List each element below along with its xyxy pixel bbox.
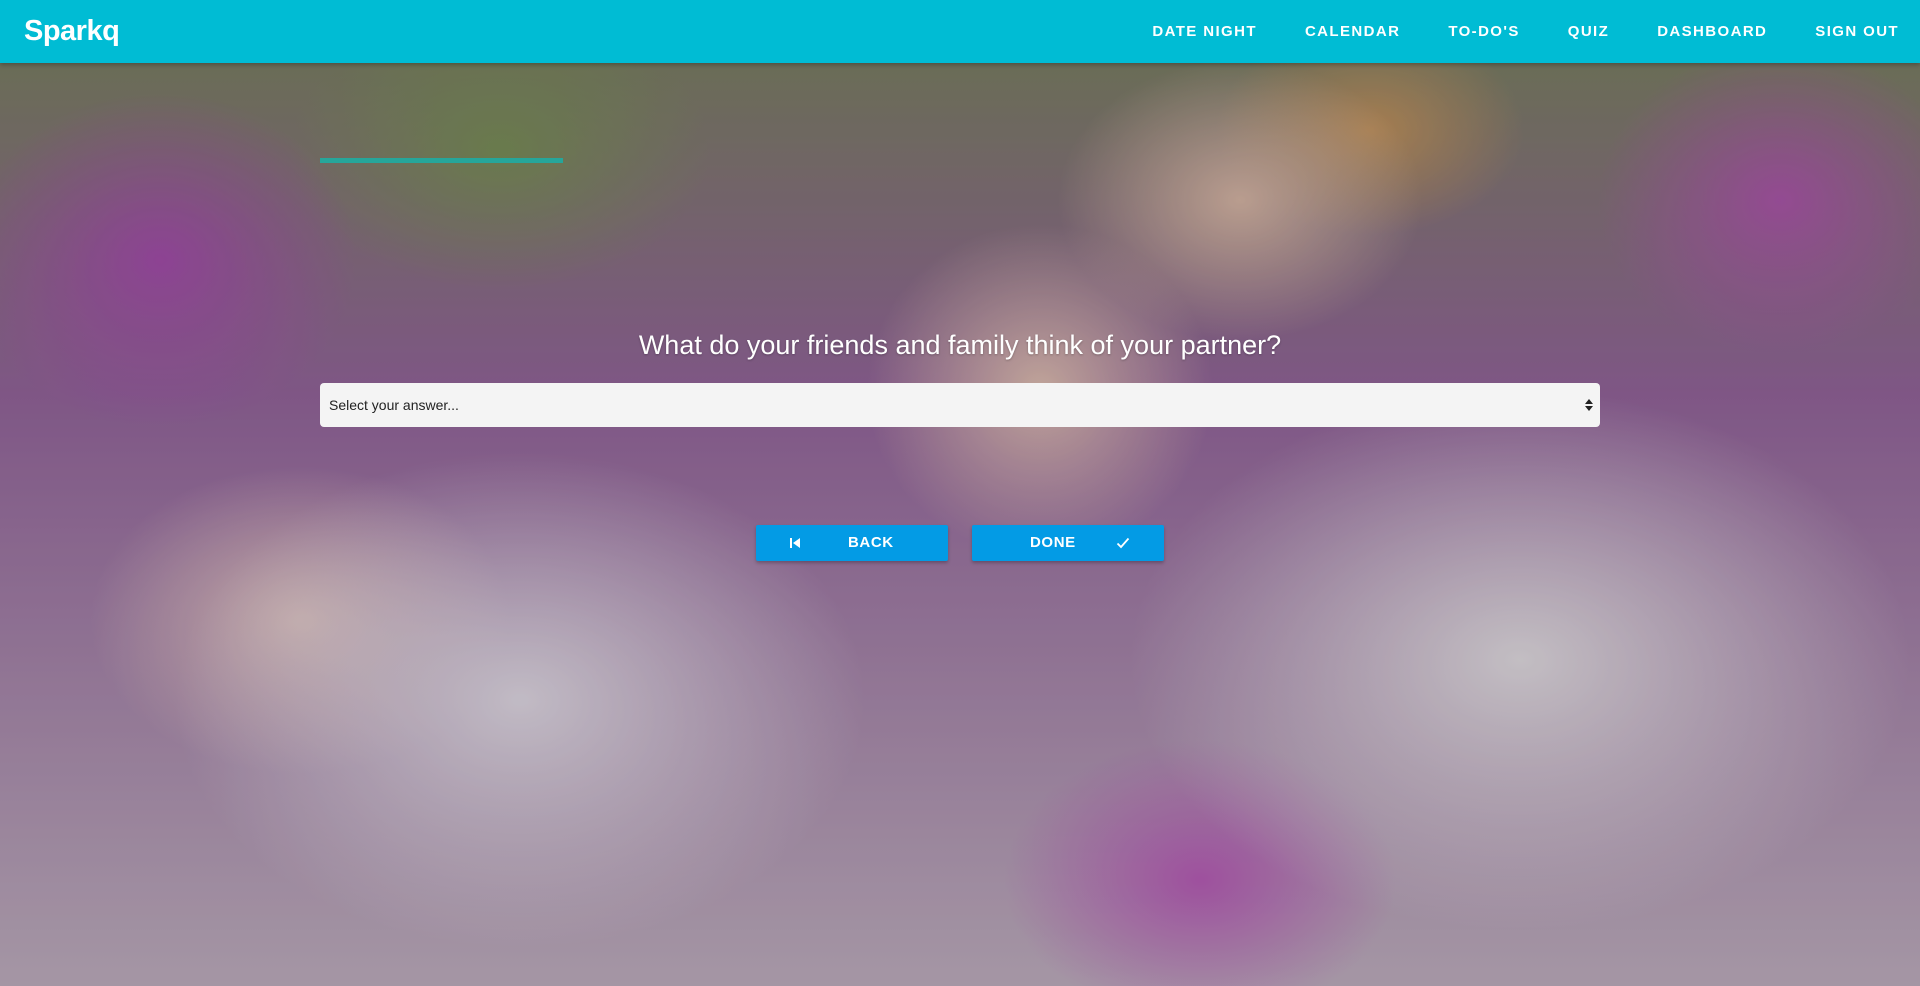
nav-dashboard[interactable]: DASHBOARD bbox=[1633, 0, 1791, 63]
nav-date-night[interactable]: DATE NIGHT bbox=[1128, 0, 1281, 63]
background-overlay bbox=[0, 0, 1920, 986]
quiz-progress-bar bbox=[320, 158, 620, 163]
check-icon bbox=[1116, 537, 1130, 549]
nav-links: DATE NIGHT CALENDAR TO-DO'S QUIZ DASHBOA… bbox=[1128, 0, 1899, 63]
nav-quiz[interactable]: QUIZ bbox=[1544, 0, 1633, 63]
back-button[interactable]: BACK bbox=[756, 525, 948, 561]
done-button-label: DONE bbox=[1030, 534, 1076, 551]
back-button-label: BACK bbox=[848, 534, 894, 551]
answer-select[interactable]: Select your answer... bbox=[320, 383, 1600, 427]
select-arrows-icon bbox=[1585, 399, 1593, 411]
nav-sign-out[interactable]: SIGN OUT bbox=[1791, 0, 1899, 63]
answer-select-value: Select your answer... bbox=[329, 397, 459, 413]
quiz-progress-fill bbox=[320, 158, 564, 163]
done-button[interactable]: DONE bbox=[972, 525, 1164, 561]
nav-todos[interactable]: TO-DO'S bbox=[1424, 0, 1543, 63]
brand-logo[interactable]: Sparkq bbox=[24, 0, 120, 63]
quiz-question: What do your friends and family think of… bbox=[638, 330, 1282, 360]
top-navbar: Sparkq DATE NIGHT CALENDAR TO-DO'S QUIZ … bbox=[0, 0, 1920, 63]
nav-calendar[interactable]: CALENDAR bbox=[1281, 0, 1424, 63]
skip-previous-icon bbox=[790, 538, 800, 548]
